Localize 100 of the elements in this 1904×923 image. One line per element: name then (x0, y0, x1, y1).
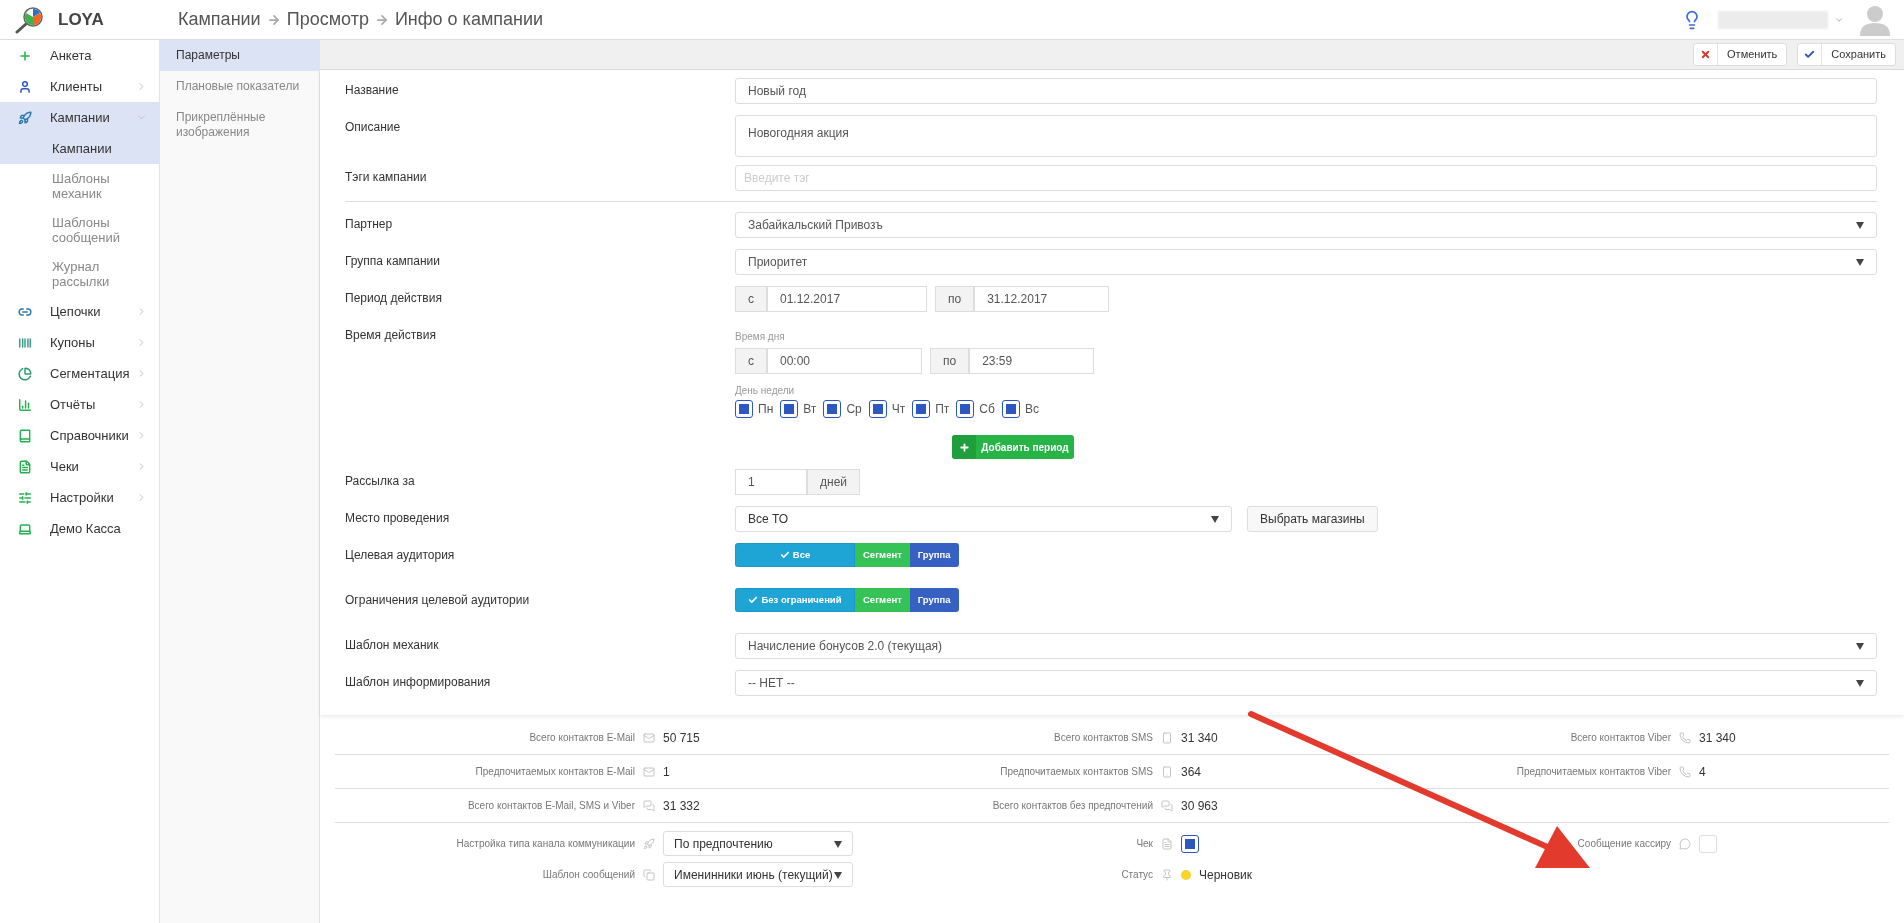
close-icon (1700, 49, 1712, 60)
textarea-field[interactable]: Новогодняя акция (735, 115, 1877, 157)
time-field[interactable]: 23:59 (969, 348, 1095, 374)
stat-label: Предпочитаемых контактов Viber (1515, 765, 1671, 779)
checkbox[interactable] (868, 400, 887, 418)
sidebar-item[interactable]: Купоны (0, 327, 159, 358)
field-label: Целевая аудитория (345, 547, 456, 564)
status-value: Черновик (1199, 866, 1252, 884)
document-icon (1161, 837, 1173, 850)
setting-label: Шаблон сообщений (541, 868, 635, 882)
check-icon (1804, 49, 1816, 60)
envelope-icon (643, 731, 655, 744)
select-field[interactable]: По предпочтению (663, 831, 853, 856)
sidebar-subitem[interactable]: Шаблоны сообщений (0, 208, 159, 252)
segment-button[interactable]: Группа (909, 588, 959, 612)
dropdown-arrow-icon (1856, 258, 1864, 266)
select-field[interactable]: Приоритет (735, 249, 1877, 275)
bar-chart-icon (18, 397, 32, 412)
sidebar-item[interactable]: Справочники (0, 420, 159, 451)
sidebar-subitem[interactable]: Журнал рассылки (0, 252, 159, 296)
sidebar-item[interactable]: Сегментация (0, 358, 159, 389)
stat-value: 1 (663, 763, 670, 781)
setting-label: Чек (1135, 837, 1153, 851)
field-label: Описание (345, 119, 402, 136)
field-label: Время действия (345, 327, 437, 344)
input-field[interactable]: 1 (735, 469, 807, 495)
stat-label: Предпочитаемых контактов E-Mail (474, 765, 635, 779)
setting-label: Статус (1120, 868, 1153, 882)
input-field[interactable]: Новый год (735, 78, 1877, 104)
field-label: Период действия (345, 290, 443, 307)
field-label: Тэги кампании (345, 169, 428, 186)
arrow-right-icon (266, 12, 281, 27)
user-icon (18, 79, 32, 94)
phone-icon (1679, 765, 1691, 778)
sidebar-item[interactable]: Отчёты (0, 389, 159, 420)
sidebar-item[interactable]: Кампании (0, 102, 159, 133)
cancel-button[interactable]: Отменить (1693, 43, 1788, 66)
input-addon: по (930, 348, 970, 374)
sliders-icon (18, 490, 32, 505)
day-label: Вт (803, 401, 817, 418)
sidebar-item[interactable]: Чеки (0, 451, 159, 482)
sidebar-item[interactable]: Цепочки (0, 296, 159, 327)
rocket-icon (643, 837, 655, 850)
plus-icon (18, 48, 32, 63)
time-field[interactable]: 00:00 (767, 348, 922, 374)
breadcrumb-item[interactable]: Просмотр (286, 6, 369, 33)
subnav-tab[interactable]: Параметры (160, 40, 319, 71)
rocket-icon (18, 110, 32, 125)
phone-icon (1679, 731, 1691, 744)
checkbox[interactable] (912, 400, 931, 418)
checkbox[interactable] (956, 400, 975, 418)
checkbox[interactable] (1001, 400, 1020, 418)
field-label: Шаблон механик (345, 637, 440, 654)
segment-button[interactable]: Группа (909, 543, 959, 567)
logo-icon (14, 5, 46, 34)
input-addon: с (735, 286, 767, 312)
sidebar-item[interactable]: Настройки (0, 482, 159, 513)
sidebar-item[interactable]: Клиенты (0, 71, 159, 102)
check-icon (779, 550, 790, 560)
phone-icon (1161, 765, 1173, 778)
setting-label: Настройка типа канала коммуникации (455, 837, 635, 851)
date-field[interactable]: 01.12.2017 (767, 286, 927, 312)
sidebar-subitem[interactable]: Шаблоны механик (0, 164, 159, 208)
sidebar-item[interactable]: Демо Касса (0, 513, 159, 544)
check-icon (748, 595, 759, 605)
stat-value: 31 340 (1699, 729, 1736, 747)
checkbox[interactable] (1181, 834, 1199, 853)
arrow-right-icon (374, 12, 389, 27)
checkbox[interactable] (823, 400, 842, 418)
setting-label: Сообщение кассиру (1576, 837, 1671, 851)
select-field[interactable]: Все ТО (735, 506, 1232, 532)
pin-icon (1161, 868, 1173, 881)
plus-icon (958, 441, 970, 453)
day-label: Чт (891, 401, 906, 418)
select-field[interactable]: Именинники июнь (текущий) (663, 862, 853, 887)
stat-value: 50 715 (663, 729, 700, 747)
checkbox[interactable] (735, 400, 753, 418)
stat-label: Всего контактов SMS (1053, 731, 1153, 745)
date-field[interactable]: 31.12.2017 (974, 286, 1110, 312)
select-field[interactable]: -- НЕТ -- (735, 670, 1877, 696)
phone-icon (1161, 731, 1173, 744)
field-label: Место проведения (345, 510, 451, 527)
stat-value: 31 340 (1181, 729, 1218, 747)
breadcrumb-item[interactable]: Кампании (178, 6, 261, 33)
select-field[interactable]: Начисление бонусов 2.0 (текущая) (735, 633, 1877, 659)
sidebar-subitem[interactable]: Кампании (0, 133, 159, 164)
choose-stores-button[interactable]: Выбрать магазины (1247, 506, 1378, 532)
field-label: Ограничения целевой аудитории (345, 592, 531, 609)
book-icon (18, 428, 32, 443)
subnav-tab[interactable]: Прикреплённые изображения (160, 102, 319, 148)
stat-label: Всего контактов Viber (1569, 731, 1671, 745)
stat-value: 30 963 (1181, 797, 1218, 815)
field-label: Партнер (345, 216, 394, 233)
checkbox[interactable] (780, 400, 799, 418)
laptop-icon (18, 521, 32, 536)
select-field[interactable]: Забайкальский Привозъ (735, 212, 1877, 238)
sidebar-item[interactable]: Анкета (0, 40, 159, 71)
chat-icon (1161, 799, 1173, 812)
subnav-tab[interactable]: Плановые показатели (160, 71, 319, 102)
save-button[interactable]: Сохранить (1797, 43, 1896, 66)
